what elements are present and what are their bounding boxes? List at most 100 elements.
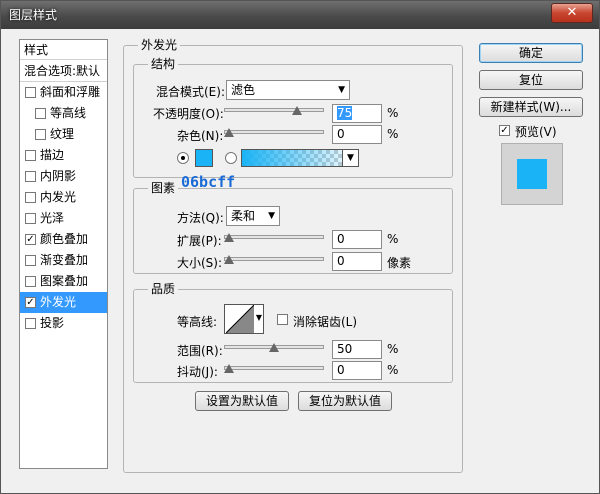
spread-label: 扩展(P): — [177, 234, 222, 248]
dialog-title: 图层样式 — [9, 8, 58, 22]
style-item[interactable]: ✓ 外发光 — [20, 292, 107, 313]
style-item-checkbox[interactable]: ✓ — [25, 297, 36, 308]
ok-button[interactable]: 确定 — [479, 43, 583, 63]
style-item-checkbox[interactable] — [25, 171, 36, 182]
blend-mode-select[interactable]: 滤色 ▼ — [226, 80, 350, 100]
blend-options-item[interactable]: 混合选项:默认 — [20, 60, 107, 82]
style-item-label: 内阴影 — [40, 169, 77, 183]
jitter-input[interactable]: 0 — [332, 361, 382, 380]
style-item-label: 投影 — [40, 316, 65, 330]
quality-title: 品质 — [148, 282, 179, 296]
method-label: 方法(Q): — [177, 211, 224, 225]
range-input[interactable]: 50 — [332, 340, 382, 359]
glow-color-swatch[interactable] — [195, 149, 213, 167]
style-item[interactable]: 投影 — [20, 313, 107, 334]
jitter-slider-thumb[interactable] — [224, 364, 234, 373]
noise-input[interactable]: 0 — [332, 125, 382, 144]
opacity-slider-thumb[interactable] — [291, 106, 302, 115]
noise-slider-thumb[interactable] — [224, 128, 234, 137]
range-slider[interactable] — [224, 342, 324, 354]
contour-picker[interactable]: ▼ — [224, 304, 264, 334]
spread-value: 0 — [337, 232, 345, 246]
style-item-label: 内发光 — [40, 190, 77, 204]
style-item[interactable]: 内发光 — [20, 187, 107, 208]
jitter-unit: % — [387, 363, 399, 377]
spread-slider[interactable] — [224, 232, 324, 244]
chevron-down-icon[interactable]: ▼ — [342, 150, 358, 166]
size-label: 大小(S): — [177, 256, 223, 270]
spread-unit: % — [387, 232, 399, 246]
anti-alias-checkbox[interactable] — [277, 314, 288, 325]
spread-slider-thumb[interactable] — [224, 233, 234, 242]
close-button[interactable]: ✕ — [551, 3, 593, 23]
chevron-down-icon: ▼ — [255, 313, 262, 322]
gradient-radio[interactable] — [225, 152, 237, 164]
style-item[interactable]: 描边 — [20, 145, 107, 166]
reset-button[interactable]: 复位 — [479, 70, 583, 90]
size-slider[interactable] — [224, 254, 324, 266]
noise-slider[interactable] — [224, 127, 324, 139]
noise-value: 0 — [337, 127, 345, 141]
styles-header[interactable]: 样式 — [20, 40, 107, 60]
range-label: 范围(R): — [177, 344, 223, 358]
range-value: 50 — [337, 342, 353, 356]
style-item-label: 外发光 — [40, 295, 77, 309]
style-item-checkbox[interactable] — [35, 129, 46, 140]
size-slider-thumb[interactable] — [224, 255, 234, 264]
size-value: 0 — [337, 254, 345, 268]
style-item[interactable]: ✓ 颜色叠加 — [20, 229, 107, 250]
style-item[interactable]: 等高线 — [20, 103, 107, 124]
jitter-slider[interactable] — [224, 363, 324, 375]
make-default-button[interactable]: 设置为默认值 — [195, 391, 289, 411]
solid-color-radio[interactable] — [177, 152, 189, 164]
opacity-label: 不透明度(O): — [153, 107, 224, 121]
style-item[interactable]: 图案叠加 — [20, 271, 107, 292]
range-unit: % — [387, 342, 399, 356]
reset-default-button[interactable]: 复位为默认值 — [298, 391, 392, 411]
size-input[interactable]: 0 — [332, 252, 382, 271]
method-value: 柔和 — [231, 209, 256, 223]
title-bar[interactable]: 图层样式 ✕ — [1, 1, 599, 29]
structure-title: 结构 — [148, 57, 179, 71]
blend-mode-value: 滤色 — [231, 83, 256, 97]
chevron-down-icon: ▼ — [268, 211, 275, 221]
style-item-checkbox[interactable] — [25, 213, 36, 224]
style-item[interactable]: 渐变叠加 — [20, 250, 107, 271]
style-item-label: 光泽 — [40, 211, 65, 225]
style-item-label: 斜面和浮雕 — [40, 85, 101, 99]
spread-input[interactable]: 0 — [332, 230, 382, 249]
chevron-down-icon: ▼ — [338, 85, 345, 95]
new-style-button[interactable]: 新建样式(W)... — [479, 97, 583, 117]
jitter-slider-track — [224, 366, 324, 370]
style-item-label: 等高线 — [50, 106, 87, 120]
size-unit: 像素 — [387, 256, 412, 270]
gradient-picker[interactable]: ▼ — [241, 149, 359, 167]
style-item-checkbox[interactable]: ✓ — [25, 234, 36, 245]
style-item[interactable]: 斜面和浮雕 — [20, 82, 107, 103]
method-select[interactable]: 柔和 ▼ — [226, 206, 280, 226]
opacity-slider[interactable] — [224, 105, 324, 117]
style-item-checkbox[interactable] — [25, 192, 36, 203]
style-item[interactable]: 纹理 — [20, 124, 107, 145]
range-slider-thumb[interactable] — [269, 343, 279, 352]
style-items: 斜面和浮雕等高线纹理描边内阴影内发光光泽 ✓ 颜色叠加渐变叠加图案叠加 ✓ 外发光投影 — [20, 82, 107, 334]
style-item[interactable]: 光泽 — [20, 208, 107, 229]
style-item-checkbox[interactable] — [25, 255, 36, 266]
preview-checkbox[interactable]: ✓ — [499, 125, 510, 136]
style-item[interactable]: 内阴影 — [20, 166, 107, 187]
spread-slider-track — [224, 235, 324, 239]
style-item-checkbox[interactable] — [25, 276, 36, 287]
opacity-input[interactable]: 75 — [332, 104, 382, 123]
styles-list: 样式 混合选项:默认 斜面和浮雕等高线纹理描边内阴影内发光光泽 ✓ 颜色叠加渐变叠加… — [19, 39, 108, 469]
opacity-slider-track — [224, 108, 324, 112]
style-item-label: 图案叠加 — [40, 274, 89, 288]
style-item-label: 描边 — [40, 148, 65, 162]
noise-slider-track — [224, 130, 324, 134]
style-item-checkbox[interactable] — [25, 150, 36, 161]
style-item-checkbox[interactable] — [25, 87, 36, 98]
style-item-checkbox[interactable] — [25, 318, 36, 329]
size-slider-track — [224, 257, 324, 261]
style-item-label: 渐变叠加 — [40, 253, 89, 267]
style-item-checkbox[interactable] — [35, 108, 46, 119]
layer-style-dialog: 图层样式 ✕ 样式 混合选项:默认 斜面和浮雕等高线纹理描边内阴影内发光光泽 ✓ 颜… — [0, 0, 600, 494]
